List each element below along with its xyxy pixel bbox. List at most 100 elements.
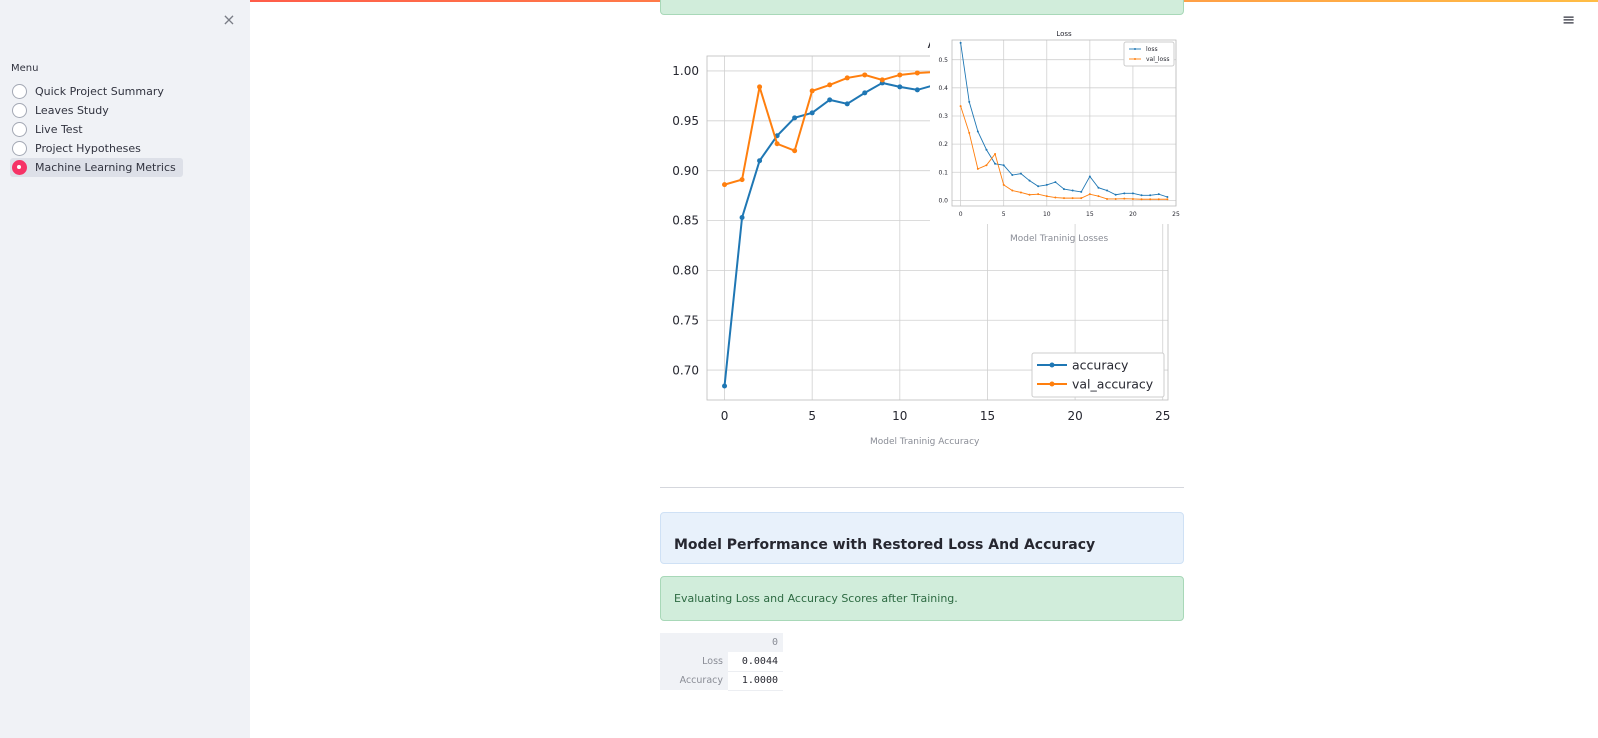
radio-machine-learning-metrics[interactable]: Machine Learning Metrics <box>10 158 183 177</box>
data-point-val_loss <box>1045 195 1048 198</box>
data-point-loss <box>1054 181 1057 184</box>
data-point-accuracy <box>897 84 903 90</box>
data-point-val_loss <box>1063 197 1065 200</box>
data-point-loss <box>1157 193 1160 196</box>
data-point-val_accuracy <box>774 141 780 147</box>
data-point-loss <box>1071 189 1074 192</box>
row-label: Accuracy <box>660 671 728 690</box>
data-point-val_accuracy <box>809 88 815 94</box>
radio-leaves-study[interactable]: Leaves Study <box>10 101 116 120</box>
x-tick-label: 15 <box>1086 211 1094 218</box>
data-point-loss <box>959 41 962 44</box>
data-point-val_loss <box>1054 196 1057 199</box>
data-point-val_accuracy <box>862 72 868 78</box>
data-point-val_loss <box>1097 195 1100 198</box>
y-tick-label: 0.70 <box>672 363 699 377</box>
data-point-loss <box>1045 183 1048 186</box>
y-tick-label: 0.90 <box>672 164 699 178</box>
success-alert: Evaluating Loss and Accuracy Scores afte… <box>660 576 1184 621</box>
data-point-loss <box>1037 185 1040 188</box>
table-header-row: 0 <box>660 633 783 652</box>
x-tick-label: 10 <box>1043 211 1051 218</box>
x-tick-label: 0 <box>721 409 729 423</box>
data-point-val_loss <box>959 105 962 108</box>
radio-circle-icon <box>12 141 27 156</box>
data-point-val_loss <box>968 131 971 134</box>
x-tick-label: 5 <box>808 409 816 423</box>
data-point-accuracy <box>722 383 728 389</box>
data-point-loss <box>1097 186 1100 189</box>
y-tick-label: 0.5 <box>938 57 948 64</box>
data-point-accuracy <box>739 215 745 221</box>
data-point-loss <box>1002 164 1005 167</box>
legend-marker <box>1049 362 1055 368</box>
menu-label: Menu <box>11 63 39 74</box>
section-title: Model Performance with Restored Loss And… <box>674 537 1096 553</box>
navigation-radio-group: Quick Project Summary Leaves Study Live … <box>10 82 183 177</box>
radio-label: Quick Project Summary <box>35 85 164 98</box>
y-tick-label: 0.0 <box>938 197 948 204</box>
accuracy-caption: Model Traninig Accuracy <box>870 437 980 447</box>
legend-label: val_loss <box>1146 56 1169 63</box>
x-tick-label: 25 <box>1172 211 1180 218</box>
y-tick-label: 0.85 <box>672 214 699 228</box>
radio-live-test[interactable]: Live Test <box>10 120 90 139</box>
data-point-val_accuracy <box>914 70 920 76</box>
table-row: Loss 0.0044 <box>660 652 783 672</box>
data-point-loss <box>1011 174 1014 177</box>
loss-chart: 0 5 10 15 20 25 0.0 0.1 0.2 0.3 0.4 0.5 Loss loss val_… <box>930 28 1182 224</box>
series-line-val_loss <box>960 105 1168 200</box>
legend-label: accuracy <box>1072 357 1129 372</box>
radio-quick-project-summary[interactable]: Quick Project Summary <box>10 82 171 101</box>
data-point-val_accuracy <box>739 177 745 183</box>
data-point-val_loss <box>1028 193 1031 196</box>
sidebar: × Menu Quick Project Summary Leaves Stud… <box>0 0 250 738</box>
data-point-loss <box>1080 190 1083 193</box>
data-point-val_loss <box>1011 189 1014 192</box>
data-point-loss <box>1088 175 1091 178</box>
horizontal-divider <box>660 487 1184 488</box>
x-tick-label: 25 <box>1155 409 1170 423</box>
close-sidebar-icon[interactable]: × <box>222 12 236 28</box>
radio-label: Machine Learning Metrics <box>35 161 176 174</box>
legend-marker <box>1134 48 1136 50</box>
data-point-val_loss <box>1002 183 1005 186</box>
data-point-loss <box>1131 192 1134 195</box>
radio-project-hypotheses[interactable]: Project Hypotheses <box>10 139 148 158</box>
success-alert-top <box>660 0 1184 15</box>
legend-label: val_accuracy <box>1072 376 1154 391</box>
data-point-val_loss <box>994 152 997 155</box>
data-point-val_loss <box>1131 197 1134 200</box>
table-row: Accuracy 1.0000 <box>660 671 783 691</box>
data-point-loss <box>994 162 997 165</box>
data-point-loss <box>968 100 971 103</box>
legend-marker <box>1049 381 1055 387</box>
data-point-val_accuracy <box>722 182 728 188</box>
y-tick-label: 0.2 <box>938 141 948 148</box>
data-point-loss <box>1123 192 1126 195</box>
x-tick-label: 10 <box>892 409 907 423</box>
x-tick-label: 15 <box>980 409 995 423</box>
data-point-loss <box>1140 194 1143 197</box>
data-point-val_loss <box>1140 198 1143 201</box>
x-tick-label: 20 <box>1129 211 1137 218</box>
data-point-val_accuracy <box>792 148 798 154</box>
data-point-loss <box>1106 189 1109 192</box>
hamburger-menu-icon[interactable]: ≡ <box>1562 12 1575 28</box>
data-point-val_accuracy <box>844 75 850 81</box>
info-alert: Model Performance with Restored Loss And… <box>660 512 1184 564</box>
radio-circle-icon <box>12 103 27 118</box>
evaluation-dataframe[interactable]: 0 Loss 0.0044 Accuracy 1.0000 <box>660 633 783 691</box>
y-tick-label: 0.1 <box>938 169 948 176</box>
data-point-val_loss <box>1166 198 1169 201</box>
x-tick-label: 0 <box>959 211 963 218</box>
row-label: Loss <box>660 652 728 671</box>
data-point-accuracy <box>827 97 833 103</box>
radio-circle-icon <box>12 84 27 99</box>
y-tick-label: 0.4 <box>938 85 948 92</box>
data-point-loss <box>1166 195 1169 198</box>
data-point-loss <box>985 148 988 151</box>
data-point-loss <box>1019 172 1022 175</box>
data-point-val_loss <box>1157 198 1160 201</box>
y-tick-label: 0.80 <box>672 264 699 278</box>
